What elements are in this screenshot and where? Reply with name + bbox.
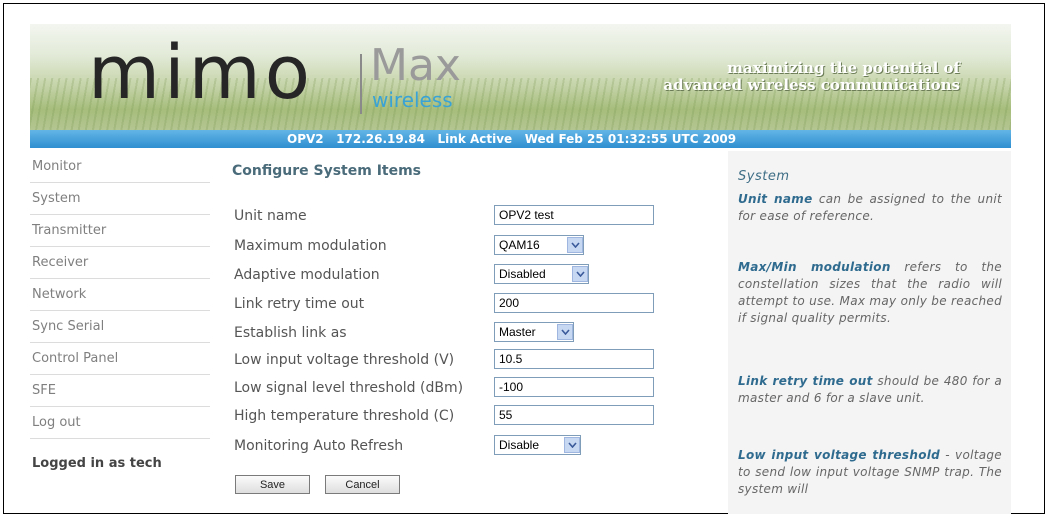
row-high-temp: High temperature threshold (C) — [234, 405, 674, 427]
auto-refresh-label: Monitoring Auto Refresh — [234, 438, 404, 454]
sidebar-item-monitor[interactable]: Monitor — [30, 151, 210, 183]
logo-divider — [360, 54, 362, 114]
adaptive-modulation-value: Disabled — [499, 267, 546, 281]
tagline-line1: maximizing the potential of — [727, 59, 960, 77]
adaptive-modulation-select[interactable]: Disabled — [494, 264, 589, 284]
adaptive-modulation-label: Adaptive modulation — [234, 267, 380, 283]
logo-max: Max — [370, 40, 461, 91]
sidebar-item-transmitter[interactable]: Transmitter — [30, 215, 210, 247]
chevron-down-icon[interactable] — [572, 266, 588, 282]
sidebar-item-sfe[interactable]: SFE — [30, 375, 210, 407]
help-low-voltage-term: Low input voltage threshold — [738, 448, 941, 462]
link-retry-input[interactable] — [494, 293, 654, 313]
auto-refresh-value: Disable — [499, 438, 540, 452]
sidebar-item-control-panel[interactable]: Control Panel — [30, 343, 210, 375]
sidebar-item-network[interactable]: Network — [30, 279, 210, 311]
status-bar: OPV2 172.26.19.84 Link Active Wed Feb 25… — [30, 130, 1011, 148]
max-modulation-select[interactable]: QAM16 — [494, 235, 584, 255]
auto-refresh-select[interactable]: Disable — [494, 435, 581, 455]
logo-mimo: mimo — [88, 30, 315, 116]
low-voltage-label: Low input voltage threshold (V) — [234, 352, 455, 368]
chevron-down-icon[interactable] — [557, 324, 573, 340]
sidebar-item-sync-serial[interactable]: Sync Serial — [30, 311, 210, 343]
chevron-down-icon[interactable] — [564, 437, 580, 453]
help-panel: System Unit name can be assigned to the … — [728, 151, 1011, 514]
help-modulation: Max/Min modulation refers to the constel… — [738, 259, 1002, 327]
row-low-signal: Low signal level threshold (dBm) — [234, 377, 674, 399]
logo-wireless: wireless — [372, 88, 453, 112]
main-form: Configure System Items Unit name Maximum… — [232, 151, 672, 494]
row-establish-link: Establish link as Master — [234, 322, 674, 344]
sidebar-item-logout[interactable]: Log out — [30, 407, 210, 439]
row-auto-refresh: Monitoring Auto Refresh Disable — [234, 435, 674, 457]
unit-name-label: Unit name — [234, 208, 307, 224]
help-unit-name-term: Unit name — [738, 192, 813, 206]
low-signal-label: Low signal level threshold (dBm) — [234, 380, 464, 396]
sidebar: Monitor System Transmitter Receiver Netw… — [30, 151, 210, 471]
status-text: OPV2 172.26.19.84 Link Active Wed Feb 25… — [287, 132, 737, 146]
chevron-down-icon[interactable] — [567, 237, 583, 253]
help-link-retry: Link retry time out should be 480 for a … — [738, 373, 1002, 407]
help-link-retry-term: Link retry time out — [738, 374, 873, 388]
high-temp-input[interactable] — [494, 405, 654, 425]
high-temp-label: High temperature threshold (C) — [234, 408, 455, 424]
row-adaptive-modulation: Adaptive modulation Disabled — [234, 264, 674, 286]
low-voltage-input[interactable] — [494, 349, 654, 369]
header-banner: mimo Max wireless maximizing the potenti… — [30, 24, 1011, 138]
establish-link-select[interactable]: Master — [494, 322, 574, 342]
row-max-modulation: Maximum modulation QAM16 — [234, 235, 674, 257]
help-modulation-term: Max/Min modulation — [738, 260, 891, 274]
row-link-retry: Link retry time out — [234, 293, 674, 315]
low-signal-input[interactable] — [494, 377, 654, 397]
help-title: System — [738, 169, 790, 184]
link-retry-label: Link retry time out — [234, 296, 365, 312]
cancel-button[interactable]: Cancel — [325, 475, 400, 494]
max-modulation-label: Maximum modulation — [234, 238, 387, 254]
page-title: Configure System Items — [232, 163, 422, 179]
row-unit-name: Unit name — [234, 205, 674, 227]
tagline: maximizing the potential of advanced wir… — [630, 60, 960, 94]
row-low-voltage: Low input voltage threshold (V) — [234, 349, 674, 371]
help-unit-name: Unit name can be assigned to the unit fo… — [738, 191, 1002, 225]
help-low-voltage: Low input voltage threshold - voltage to… — [738, 447, 1002, 498]
establish-link-value: Master — [499, 325, 536, 339]
tagline-line2: advanced wireless communications — [663, 76, 960, 94]
sidebar-item-receiver[interactable]: Receiver — [30, 247, 210, 279]
save-button[interactable]: Save — [235, 475, 310, 494]
logged-in-label: Logged in as tech — [32, 456, 162, 471]
unit-name-input[interactable] — [494, 205, 654, 225]
establish-link-label: Establish link as — [234, 325, 347, 341]
max-modulation-value: QAM16 — [499, 238, 540, 252]
sidebar-item-system[interactable]: System — [30, 183, 210, 215]
